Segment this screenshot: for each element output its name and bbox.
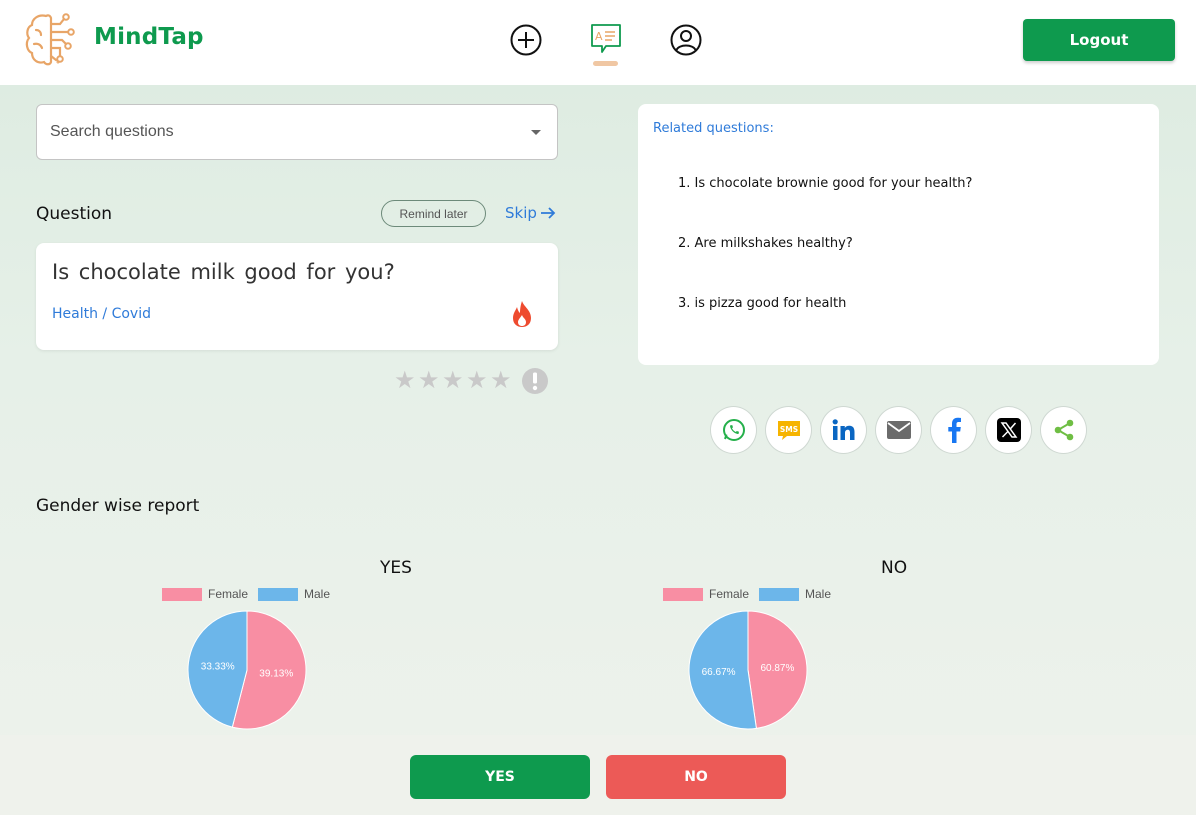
active-tab-indicator xyxy=(593,61,618,66)
related-question-item[interactable]: 3. is pizza good for health xyxy=(678,296,846,311)
star-icon[interactable]: ★ xyxy=(418,369,440,393)
legend-male[interactable]: Male xyxy=(759,587,831,601)
star-icon[interactable]: ★ xyxy=(442,369,464,393)
search-input[interactable] xyxy=(50,121,490,143)
legend-label: Female xyxy=(709,587,750,601)
legend-female[interactable]: Female xyxy=(663,587,749,601)
legend-label: Male xyxy=(304,587,331,601)
share-bar: SMS xyxy=(710,406,1087,454)
legend-label: Male xyxy=(805,587,832,601)
sms-share-button[interactable]: SMS xyxy=(765,406,812,454)
chevron-down-icon[interactable] xyxy=(531,130,541,135)
no-chart-title: NO xyxy=(881,558,908,578)
svg-text:SMS: SMS xyxy=(779,425,797,434)
facebook-icon xyxy=(947,417,961,443)
no-button[interactable]: NO xyxy=(606,755,786,799)
star-icon[interactable]: ★ xyxy=(394,369,416,393)
gender-report-heading: Gender wise report xyxy=(36,496,200,516)
brand-name: MindTap xyxy=(94,24,204,50)
report-exclamation-icon[interactable] xyxy=(521,367,549,395)
user-circle-icon[interactable] xyxy=(668,22,704,58)
search-select[interactable] xyxy=(36,104,558,160)
star-rating[interactable]: ★ ★ ★ ★ ★ xyxy=(394,369,512,393)
plus-circle-icon[interactable] xyxy=(508,22,544,58)
whatsapp-share-button[interactable] xyxy=(710,406,757,454)
more-share-button[interactable] xyxy=(1040,406,1087,454)
skip-label: Skip xyxy=(505,204,537,222)
arrow-right-icon xyxy=(540,207,556,219)
chat-question-icon[interactable]: A xyxy=(588,22,624,58)
related-question-item[interactable]: 1. Is chocolate brownie good for your he… xyxy=(678,176,972,191)
star-icon[interactable]: ★ xyxy=(466,369,488,393)
category-link[interactable]: Health / Covid xyxy=(52,306,151,322)
facebook-share-button[interactable] xyxy=(930,406,977,454)
brain-circuit-logo xyxy=(25,13,75,66)
linkedin-share-button[interactable] xyxy=(820,406,867,454)
whatsapp-icon xyxy=(722,418,745,442)
vote-bar xyxy=(0,735,1196,815)
email-icon xyxy=(886,421,911,439)
yes-chart-title: YES xyxy=(380,558,412,578)
question-text: Is chocolate milk good for you? xyxy=(52,260,395,284)
pie-slice-label: 66.67% xyxy=(702,667,736,678)
top-bar: MindTap A Logout xyxy=(0,0,1196,85)
male-legend-swatch xyxy=(258,587,298,601)
question-heading: Question xyxy=(36,204,113,224)
share-icon xyxy=(1054,419,1073,441)
pie-slice-label: 33.33% xyxy=(201,661,235,672)
yes-pie-chart: 39.13% 33.33% xyxy=(187,610,307,730)
question-card: Is chocolate milk good for you? Health /… xyxy=(36,243,558,350)
related-questions-title: Related questions: xyxy=(653,121,774,136)
remind-later-button[interactable]: Remind later xyxy=(381,200,486,227)
x-icon xyxy=(996,418,1021,442)
legend-female[interactable]: Female xyxy=(162,587,248,601)
legend-male[interactable]: Male xyxy=(258,587,330,601)
logout-button[interactable]: Logout xyxy=(1023,19,1175,61)
legend-label: Female xyxy=(208,587,249,601)
male-legend-swatch xyxy=(759,587,799,601)
fire-icon xyxy=(513,301,531,327)
female-legend-swatch xyxy=(663,587,703,601)
linkedin-icon xyxy=(832,419,854,440)
yes-button[interactable]: YES xyxy=(410,755,590,799)
related-question-item[interactable]: 2. Are milkshakes healthy? xyxy=(678,236,853,251)
no-pie-chart: 60.87% 66.67% xyxy=(688,610,808,730)
sms-icon: SMS xyxy=(777,421,800,440)
email-share-button[interactable] xyxy=(875,406,922,454)
female-legend-swatch xyxy=(162,587,202,601)
star-icon[interactable]: ★ xyxy=(490,369,512,393)
pie-slice-label: 39.13% xyxy=(259,669,293,680)
x-share-button[interactable] xyxy=(985,406,1032,454)
svg-text:A: A xyxy=(595,30,603,43)
related-questions-card: Related questions: 1. Is chocolate brown… xyxy=(638,104,1159,365)
skip-link[interactable]: Skip xyxy=(505,204,556,222)
pie-slice-label: 60.87% xyxy=(760,663,794,674)
